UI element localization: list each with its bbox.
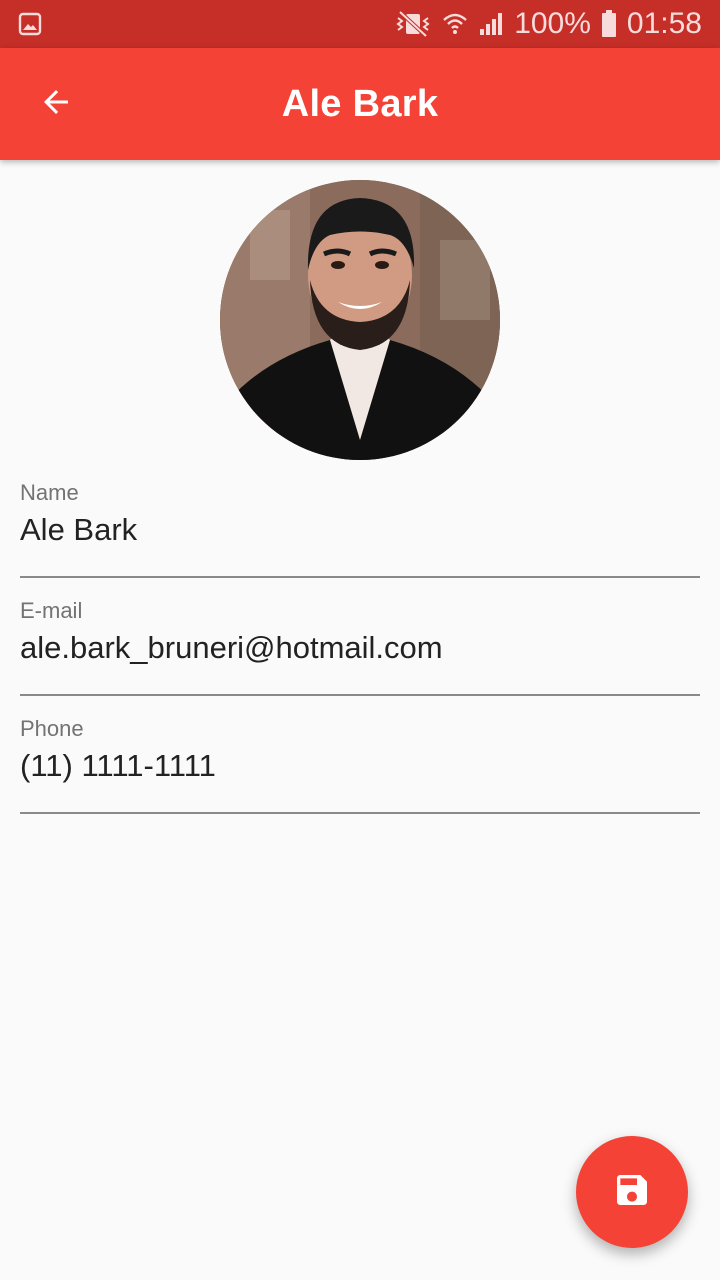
email-input[interactable] bbox=[20, 626, 700, 670]
save-button[interactable] bbox=[576, 1136, 688, 1248]
phone-input[interactable] bbox=[20, 744, 700, 788]
clock: 01:58 bbox=[626, 7, 702, 40]
battery-percent: 100% bbox=[514, 7, 591, 40]
name-input[interactable] bbox=[20, 508, 700, 552]
phone-label: Phone bbox=[20, 716, 84, 741]
signal-icon bbox=[478, 11, 504, 37]
battery-icon bbox=[601, 10, 617, 38]
avatar[interactable] bbox=[220, 180, 500, 460]
page-title: Ale Bark bbox=[281, 82, 439, 125]
name-label: Name bbox=[20, 480, 79, 505]
save-icon bbox=[612, 1170, 652, 1215]
phone-field: Phone bbox=[20, 716, 700, 814]
arrow-back-icon bbox=[38, 84, 74, 125]
gallery-icon bbox=[18, 12, 42, 36]
back-button[interactable] bbox=[24, 72, 88, 136]
vibrate-icon bbox=[394, 10, 432, 38]
status-left bbox=[18, 12, 42, 36]
status-right: 100% 01:58 bbox=[394, 7, 702, 41]
app-bar: Ale Bark bbox=[0, 48, 720, 160]
wifi-icon bbox=[442, 10, 468, 38]
email-label: E-mail bbox=[20, 598, 83, 623]
email-field: E-mail bbox=[20, 598, 700, 696]
name-field: Name bbox=[20, 480, 700, 578]
status-bar: 100% 01:58 bbox=[0, 0, 720, 48]
profile-photo bbox=[220, 180, 500, 460]
